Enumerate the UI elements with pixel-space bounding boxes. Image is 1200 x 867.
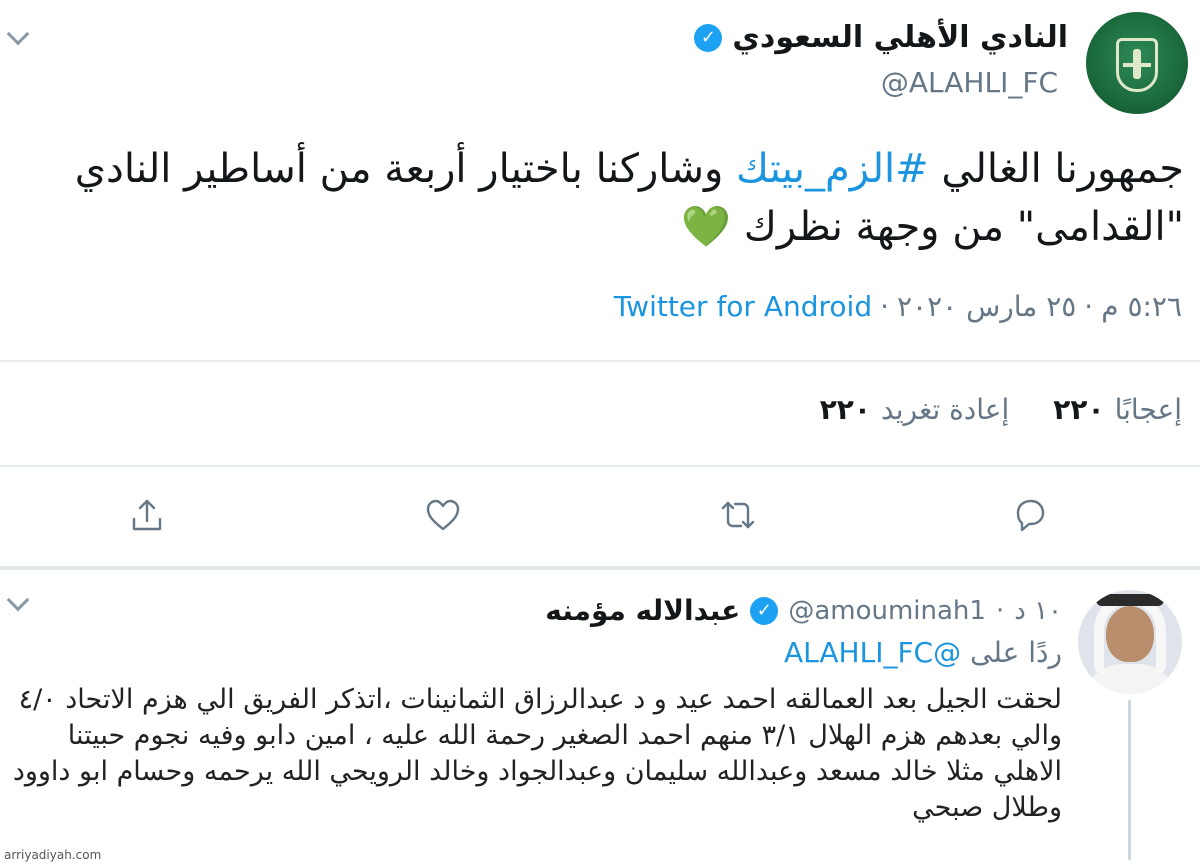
tweet-time[interactable]: ٥:٢٦ م	[1101, 290, 1182, 323]
meta-separator: ·	[880, 290, 890, 323]
retweets-stat[interactable]: ٢٢٠ إعادة تغريد	[820, 393, 1010, 426]
heart-icon	[426, 499, 460, 531]
retweets-label: إعادة تغريد	[881, 393, 1010, 426]
club-crest-icon	[1116, 38, 1158, 92]
reply-text: لحقت الجيل بعد العمالقه احمد عيد و د عبد…	[12, 684, 1062, 823]
meta-separator: ·	[1084, 290, 1094, 323]
verified-badge-icon: ✓	[750, 596, 779, 625]
hashtag-link[interactable]: #الزم_بيتك	[736, 146, 929, 192]
retweet-button[interactable]	[713, 490, 763, 540]
tweet-text-part: جمهورنا الغالي	[928, 146, 1184, 192]
tweet-stats: ٢٢٠ إعادة تغريد ٢٢٠ إعجابًا	[820, 393, 1182, 426]
main-tweet: النادي الأهلي السعودي ✓ @ALAHLI_FC جمهور…	[0, 0, 1200, 568]
reply-to-label: ردًا على	[970, 636, 1062, 669]
avatar-face	[1106, 606, 1154, 662]
reply-to-mention[interactable]: @ALAHLI_FC	[784, 636, 961, 669]
share-icon	[132, 499, 162, 531]
likes-stat[interactable]: ٢٢٠ إعجابًا	[1053, 393, 1182, 426]
meta-separator: ·	[995, 595, 1005, 626]
green-heart-emoji-icon: 💚	[681, 204, 732, 250]
author-handle[interactable]: @ALAHLI_FC	[881, 66, 1058, 99]
reply-icon	[1016, 499, 1045, 532]
share-button[interactable]	[122, 490, 172, 540]
tweet-actions	[0, 490, 1200, 544]
divider	[0, 465, 1200, 467]
reply-to-line: ردًا على @ALAHLI_FC	[784, 636, 1062, 669]
avatar-agal	[1096, 594, 1164, 606]
reply-time[interactable]: ١٠ د	[1014, 596, 1062, 626]
like-button[interactable]	[418, 490, 468, 540]
reply-header: عبدالاله مؤمنه ✓ @amouminah1 · ١٠ د	[545, 594, 1062, 627]
author-display-name[interactable]: النادي الأهلي السعودي	[732, 20, 1068, 55]
retweet-icon	[721, 501, 755, 529]
tweet-date[interactable]: ٢٥ مارس ٢٠٢٠	[897, 290, 1076, 323]
likes-label: إعجابًا	[1114, 393, 1182, 426]
reply-button[interactable]	[1005, 490, 1055, 540]
watermark: arriyadiyah.com	[4, 848, 102, 862]
divider	[0, 360, 1200, 362]
tweet-text: جمهورنا الغالي #الزم_بيتك وشاركنا باختيا…	[14, 140, 1184, 256]
retweets-count: ٢٢٠	[819, 393, 871, 426]
likes-count: ٢٢٠	[1053, 393, 1105, 426]
author-name-row: النادي الأهلي السعودي ✓	[694, 20, 1068, 55]
club-avatar[interactable]	[1086, 12, 1188, 114]
reply-author-name[interactable]: عبدالاله مؤمنه	[545, 594, 740, 627]
verified-badge-icon: ✓	[694, 23, 723, 52]
tweet-meta: ٥:٢٦ م · ٢٥ مارس ٢٠٢٠ · Twitter for Andr…	[614, 290, 1182, 323]
tweet-source-link[interactable]: Twitter for Android	[614, 290, 872, 323]
chevron-down-icon[interactable]	[6, 22, 30, 46]
reply-author-avatar[interactable]	[1078, 590, 1182, 694]
chevron-down-icon[interactable]	[6, 588, 30, 612]
thread-line	[1128, 700, 1131, 860]
reply-author-handle[interactable]: @amouminah1	[788, 596, 986, 626]
reply-tweet[interactable]: عبدالاله مؤمنه ✓ @amouminah1 · ١٠ د ردًا…	[0, 570, 1200, 867]
